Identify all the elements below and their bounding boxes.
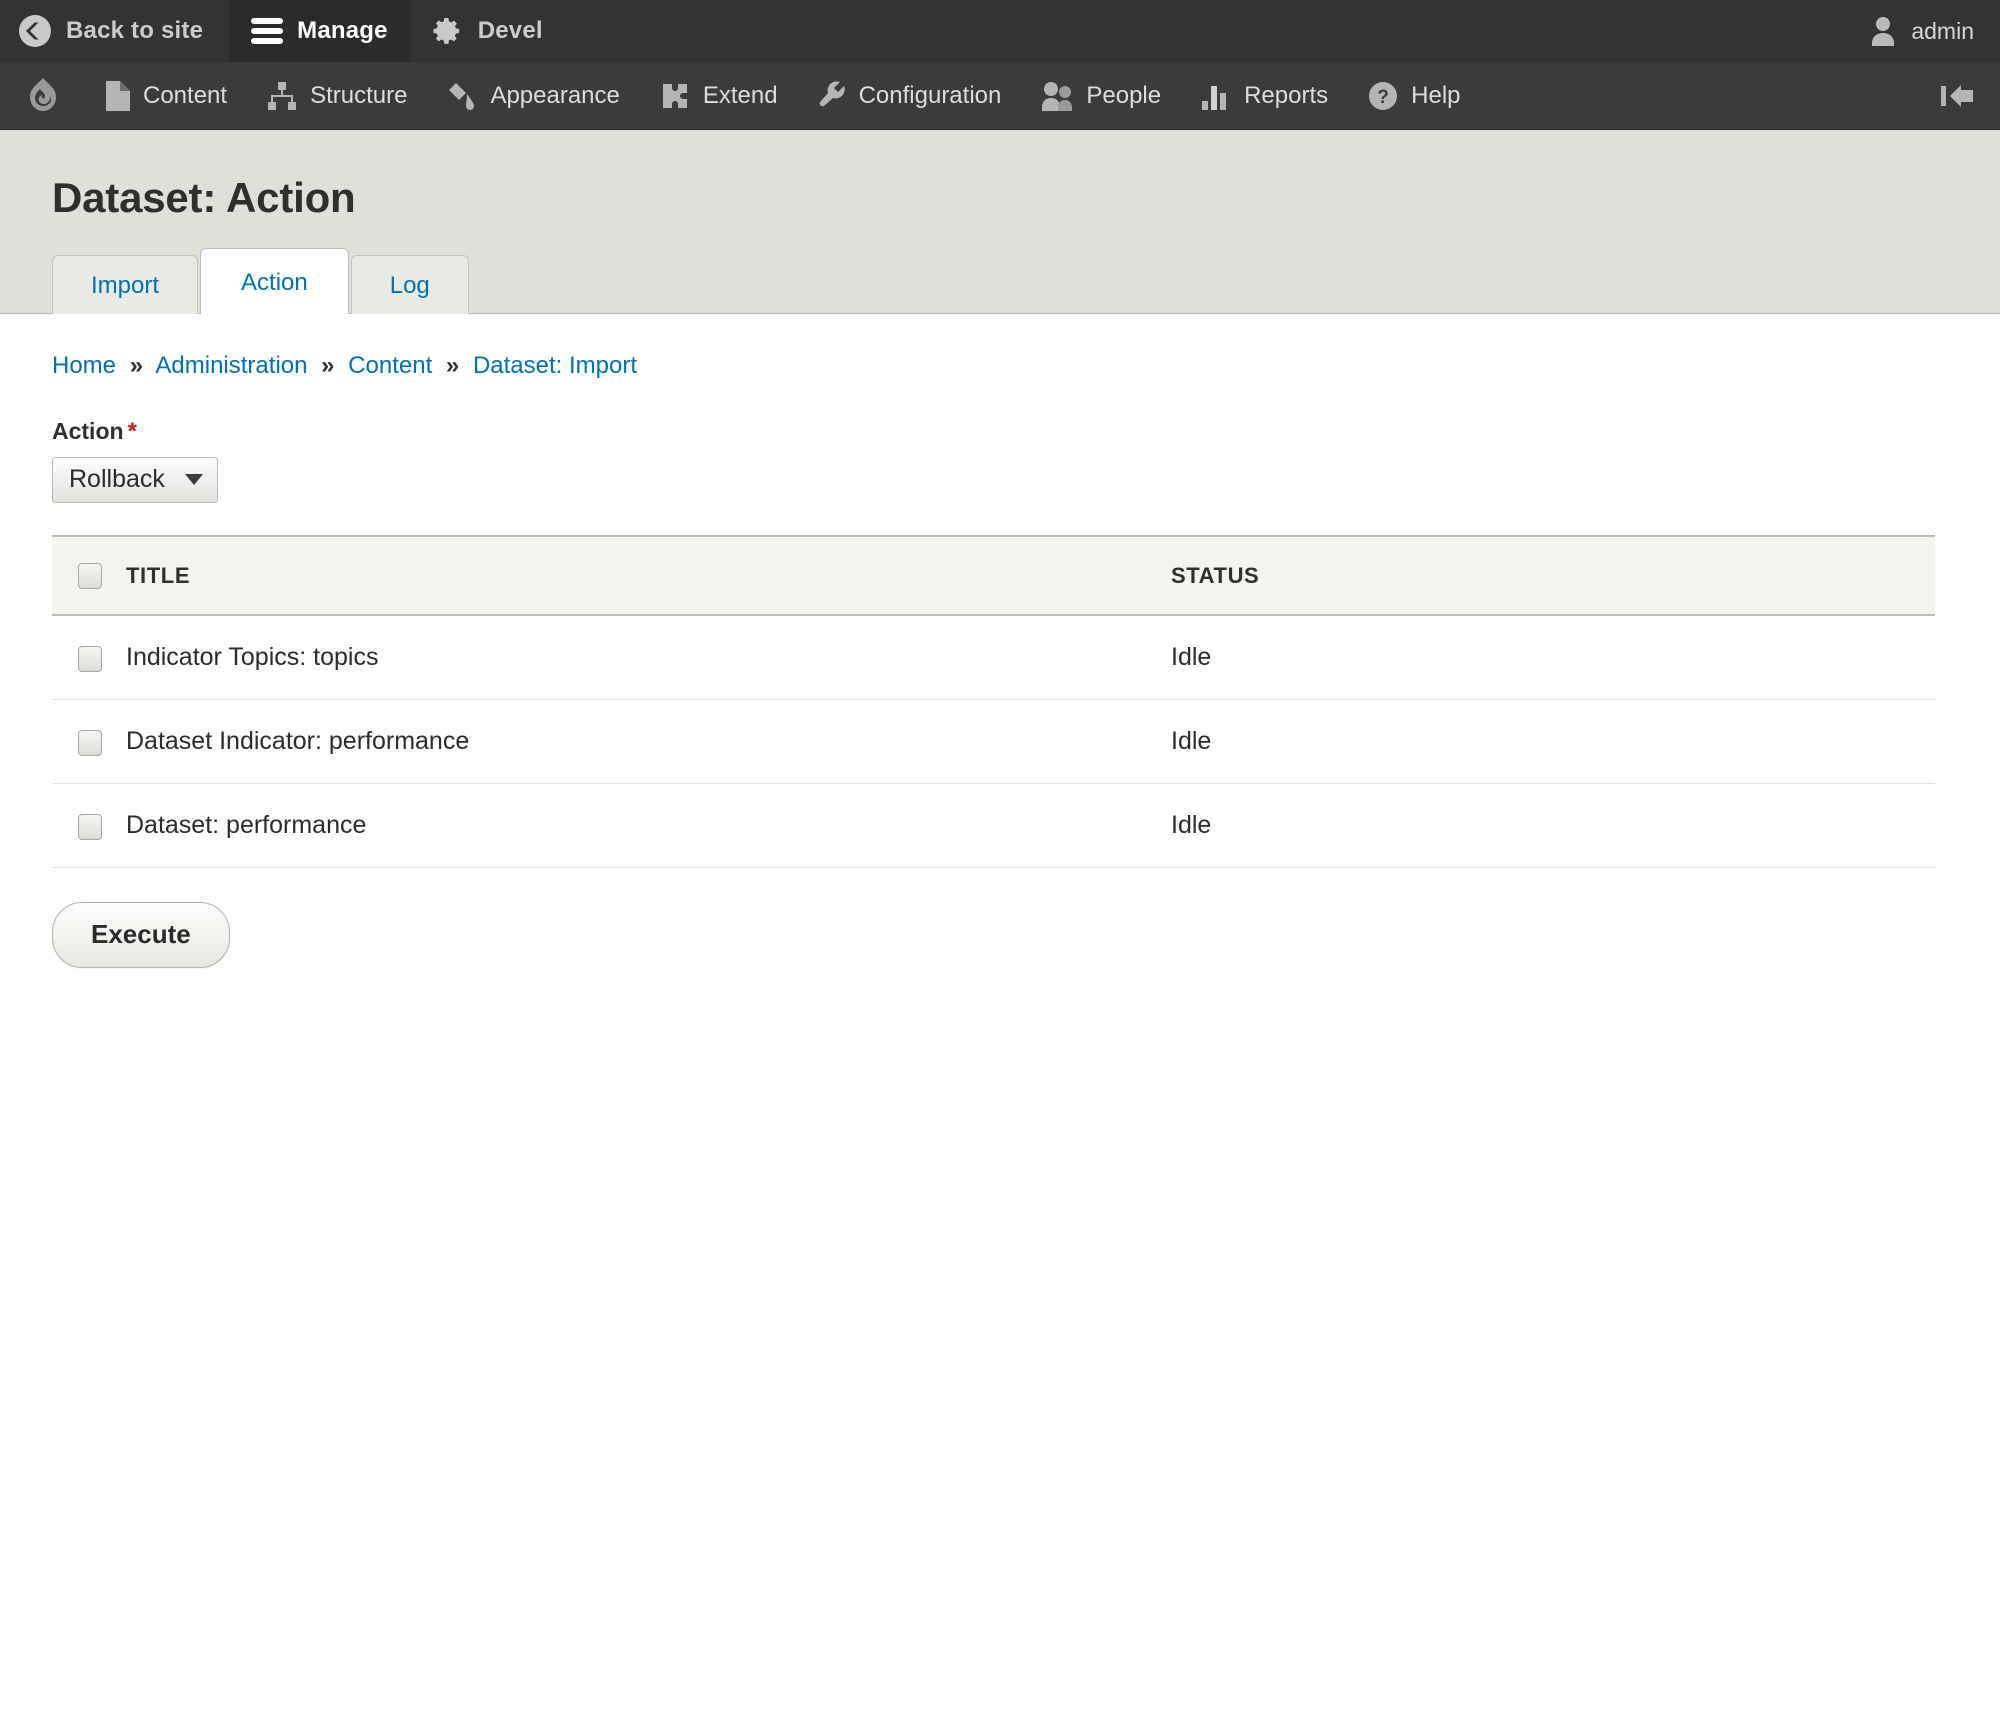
tab-import[interactable]: Import xyxy=(52,254,199,314)
menu-item-appearance[interactable]: Appearance xyxy=(427,62,639,129)
admin-toolbar-bar: Back to site Manage Devel admin xyxy=(0,0,2000,62)
action-select-value: Rollback xyxy=(69,465,165,493)
menu-item-configuration-label: Configuration xyxy=(858,81,1002,109)
row-select-cell xyxy=(52,699,126,785)
tab-log[interactable]: Log xyxy=(350,254,469,314)
page-title: Dataset: Action xyxy=(52,174,356,221)
help-question-icon: ? xyxy=(1368,81,1398,111)
breadcrumb-separator: » xyxy=(129,352,144,379)
row-title-cell: Dataset: performance xyxy=(126,783,1171,869)
menu-item-structure[interactable]: Structure xyxy=(247,62,427,129)
row-status-cell: Idle xyxy=(1171,699,1935,785)
people-icon xyxy=(1041,81,1073,111)
row-checkbox[interactable] xyxy=(78,645,102,672)
table-header-row: TITLE STATUS xyxy=(52,534,1935,617)
menu-item-structure-label: Structure xyxy=(310,81,408,109)
collapse-left-arrow-icon xyxy=(1940,83,1974,109)
menu-item-reports-label: Reports xyxy=(1244,81,1329,109)
execute-button[interactable]: Execute xyxy=(52,902,230,969)
back-arrow-circle-icon xyxy=(18,14,52,48)
row-select-cell xyxy=(52,615,126,701)
menu-item-configuration[interactable]: Configuration xyxy=(798,62,1022,129)
row-status-cell: Idle xyxy=(1171,615,1935,701)
manage-label: Manage xyxy=(297,17,388,44)
user-name-label: admin xyxy=(1911,17,1974,44)
devel-label: Devel xyxy=(477,17,543,44)
content-icon xyxy=(104,80,130,111)
devel-tab[interactable]: Devel xyxy=(410,0,565,62)
row-select-cell xyxy=(52,783,126,869)
breadcrumb-item-administration[interactable]: Administration xyxy=(155,352,307,379)
table-row: Indicator Topics: topics Idle xyxy=(52,615,1935,701)
row-status-cell: Idle xyxy=(1171,783,1935,869)
select-all-checkbox[interactable] xyxy=(78,563,102,590)
back-to-site-button[interactable]: Back to site xyxy=(0,0,229,62)
manage-tab[interactable]: Manage xyxy=(229,0,410,62)
svg-text:?: ? xyxy=(1377,87,1389,108)
main-content-region: Home » Administration » Content » Datase… xyxy=(0,314,2000,1214)
row-title-cell: Indicator Topics: topics xyxy=(126,615,1171,701)
row-title-cell: Dataset Indicator: performance xyxy=(126,699,1171,785)
reports-bar-chart-icon xyxy=(1201,82,1231,110)
breadcrumb-item-home[interactable]: Home xyxy=(52,352,116,379)
chevron-down-icon xyxy=(184,474,203,485)
primary-tabs: Import Action Log xyxy=(0,222,2000,314)
status-column-header[interactable]: STATUS xyxy=(1171,534,1935,617)
migration-table: TITLE STATUS Indicator Topics: topics Id… xyxy=(52,534,1935,869)
title-column-header[interactable]: TITLE xyxy=(126,534,1171,617)
structure-icon xyxy=(267,81,297,110)
tab-action-label: Action xyxy=(241,268,308,296)
hamburger-menu-icon xyxy=(251,17,284,45)
action-field-label: Action * xyxy=(52,418,2000,446)
drupal-logo-link[interactable] xyxy=(0,62,84,129)
tab-import-label: Import xyxy=(91,271,160,299)
action-form-row: Action * Rollback xyxy=(52,380,2000,503)
row-checkbox[interactable] xyxy=(78,729,102,756)
action-label-text: Action xyxy=(52,418,124,444)
breadcrumb-separator: » xyxy=(321,352,335,379)
user-avatar-icon xyxy=(1869,16,1897,46)
user-account-button[interactable]: admin xyxy=(1851,0,2000,62)
breadcrumb-separator: » xyxy=(445,352,460,379)
menu-item-people-label: People xyxy=(1086,81,1162,109)
tab-log-label: Log xyxy=(389,271,430,299)
row-checkbox[interactable] xyxy=(78,813,102,840)
admin-menu-bar: Content Structure Appearance Extend Conf… xyxy=(0,62,2000,130)
menu-item-extend[interactable]: Extend xyxy=(640,62,798,129)
table-head: TITLE STATUS xyxy=(52,534,1935,617)
extend-icon xyxy=(660,81,690,111)
menu-item-extend-label: Extend xyxy=(702,81,778,109)
table-body: Indicator Topics: topics Idle Dataset In… xyxy=(52,615,1935,869)
menu-item-content[interactable]: Content xyxy=(84,62,247,129)
breadcrumb: Home » Administration » Content » Datase… xyxy=(52,314,2000,380)
toolbar-collapse-button[interactable] xyxy=(1914,62,2000,129)
back-to-site-label: Back to site xyxy=(66,17,204,44)
tab-action[interactable]: Action xyxy=(200,247,349,314)
table-row: Dataset: performance Idle xyxy=(52,783,1935,869)
page-header-region: Dataset: Action Import Action Log xyxy=(0,130,2000,314)
menu-item-help-label: Help xyxy=(1411,81,1461,109)
appearance-icon xyxy=(447,81,477,111)
required-marker: * xyxy=(127,418,137,445)
menu-item-people[interactable]: People xyxy=(1021,62,1181,129)
menu-item-reports[interactable]: Reports xyxy=(1181,62,1348,129)
wrench-icon xyxy=(818,80,846,111)
table-row: Dataset Indicator: performance Idle xyxy=(52,699,1935,785)
gear-icon xyxy=(432,15,464,47)
breadcrumb-item-content[interactable]: Content xyxy=(348,352,432,379)
action-select[interactable]: Rollback xyxy=(52,457,218,503)
drupal-drop-icon xyxy=(26,77,60,115)
menu-item-content-label: Content xyxy=(143,81,228,109)
breadcrumb-item-dataset-import[interactable]: Dataset: Import xyxy=(473,352,637,379)
menu-spacer xyxy=(1481,62,1915,129)
menu-item-appearance-label: Appearance xyxy=(490,81,620,109)
select-all-header xyxy=(52,534,126,617)
menu-item-help[interactable]: ? Help xyxy=(1348,62,1480,129)
